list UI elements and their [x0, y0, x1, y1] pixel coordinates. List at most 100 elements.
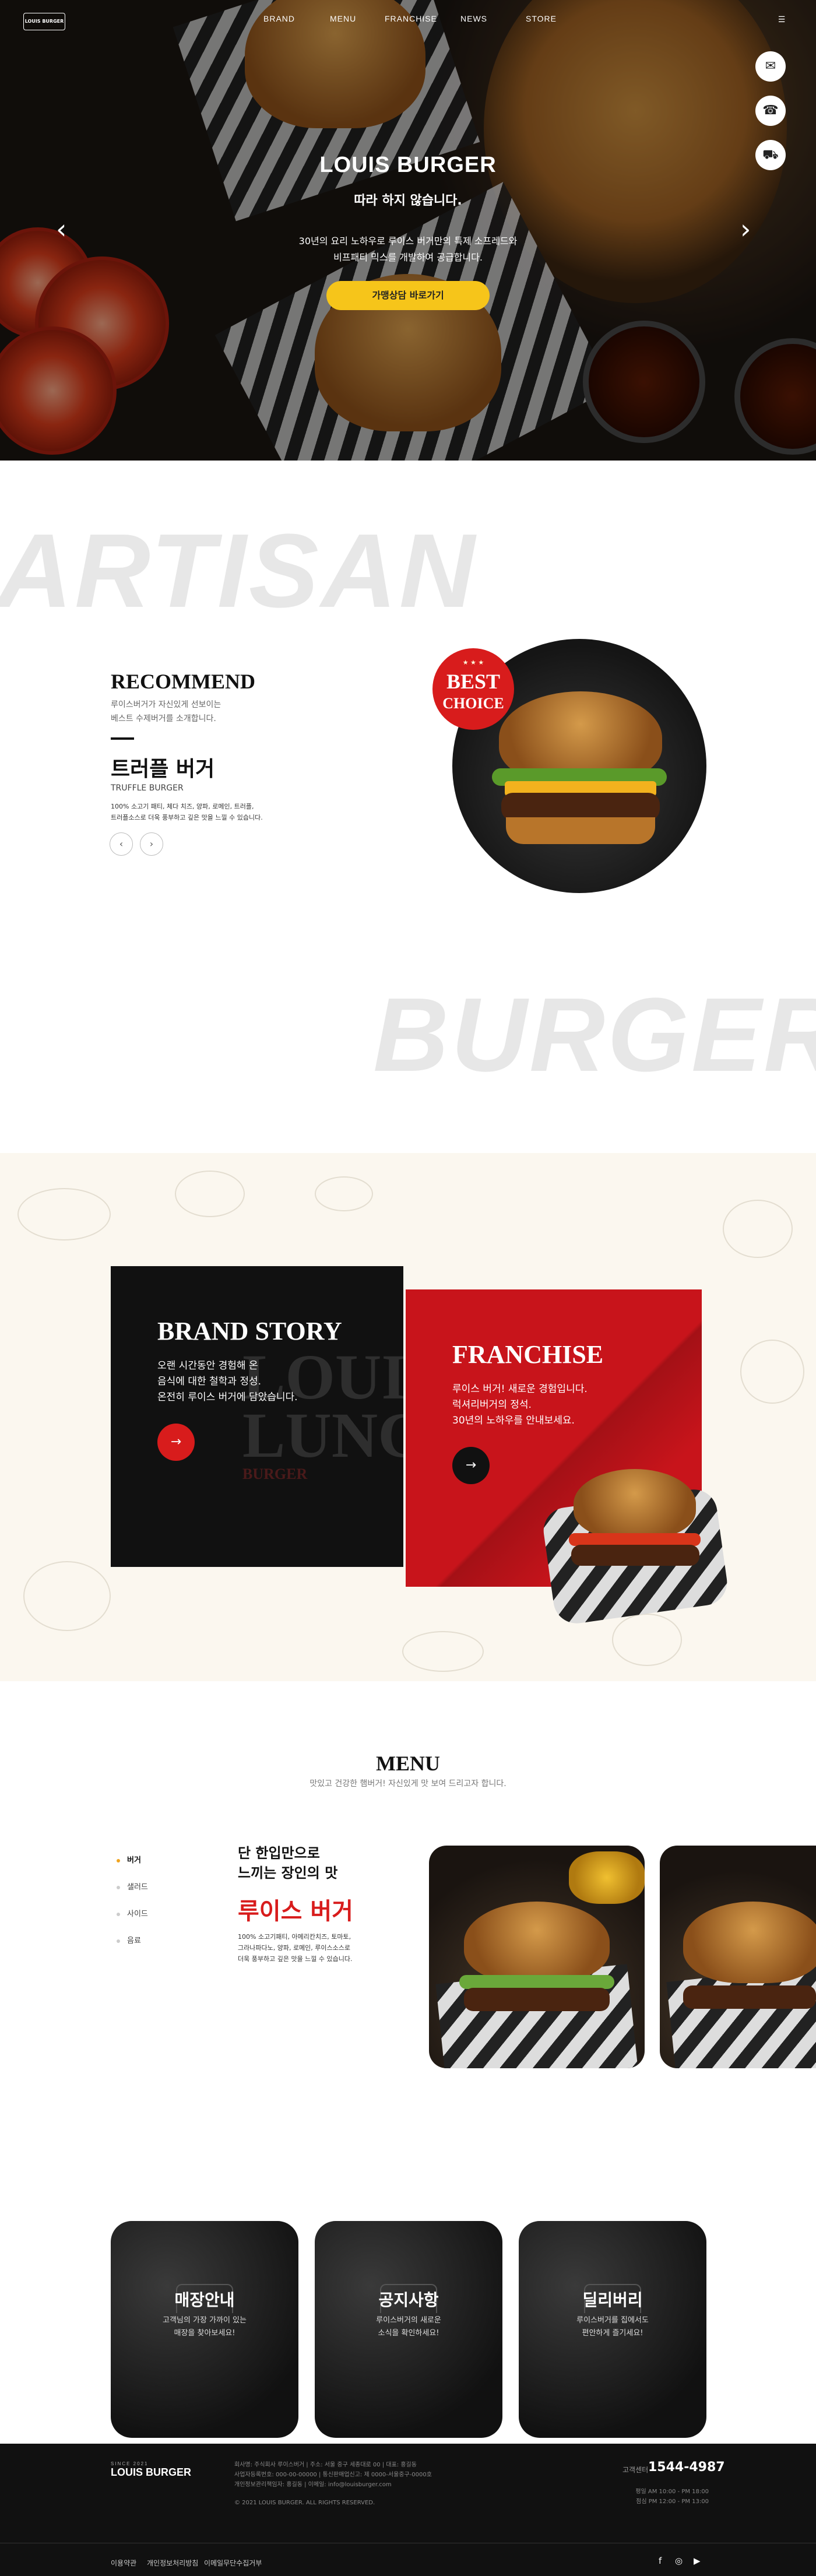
- footer-link-email[interactable]: 이메일무단수집거부: [204, 2558, 262, 2568]
- burger-tomato: [569, 1533, 701, 1546]
- card-line: 소식을 확인하세요!: [378, 2329, 439, 2338]
- menu-lead-line: 느끼는 장인의 맛: [238, 1865, 338, 1881]
- delivery-card[interactable]: 딜리버리 루이스버거를 집에서도 편안하게 즐기세요!: [519, 2221, 706, 2438]
- ingredients-line: 트러플소스로 더욱 풍부하고 깊은 맛을 느낄 수 있습니다.: [111, 814, 263, 821]
- footer-tel-label: 고객센터: [622, 2466, 649, 2474]
- footer-hours-line: 점심 PM 12:00 - PM 13:00: [636, 2498, 709, 2505]
- footer-link-privacy[interactable]: 개인정보처리방침: [147, 2558, 198, 2568]
- category-dot: [117, 1912, 120, 1916]
- sketch-decoration: [315, 1176, 373, 1211]
- recommend-desc-line: 베스트 수제버거를 소개합니다.: [111, 714, 216, 723]
- main-nav: BRAND MENU FRANCHISE NEWS STORE: [0, 14, 816, 28]
- menu-desc-line: 더욱 풍부하고 깊은 맛을 느낄 수 있습니다.: [238, 1955, 353, 1963]
- category-label: 샐러드: [127, 1883, 148, 1892]
- brand-story-line: 오랜 시간동안 경험해 온: [157, 1360, 258, 1372]
- brand-story-line: 음식에 대한 철학과 정성.: [157, 1376, 262, 1387]
- nav-franchise[interactable]: FRANCHISE: [385, 14, 437, 23]
- card-description: 루이스버거의 새로운 소식을 확인하세요!: [315, 2314, 502, 2340]
- hero-subtitle: 따라 하지 않습니다.: [354, 194, 462, 208]
- footer-company-info: 회사명: 주식회사 루이스버거 | 주소: 서울 중구 세종대로 00 | 대표…: [234, 2460, 432, 2508]
- menu-lead-line: 단 한입만으로: [238, 1845, 320, 1861]
- card-line: 루이스버거의 새로운: [376, 2316, 441, 2325]
- menu-desc-line: 100% 소고기패티, 아메리칸치즈, 토마토,: [238, 1933, 351, 1941]
- nav-news[interactable]: NEWS: [460, 14, 487, 23]
- sketch-decoration: [740, 1340, 804, 1404]
- footer-copyright: © 2021 LOUIS BURGER. ALL RIGHTS RESERVED…: [234, 2500, 375, 2506]
- brand-story-description: 오랜 시간동안 경험해 온 음식에 대한 철학과 정성. 온전히 루이스 버거에…: [157, 1358, 298, 1405]
- recommend-next-button[interactable]: ›: [140, 832, 163, 856]
- burger-patty: [571, 1545, 699, 1566]
- slide-fries: [569, 1851, 645, 1904]
- footer-info-line: 개인정보관리책임자: 홍길동 | 이메일: info@louisburger.c…: [234, 2482, 392, 2488]
- category-burger[interactable]: 버거: [117, 1854, 141, 1865]
- brand-story-card[interactable]: LOUIS LUNCH BURGER BRAND STORY 오랜 시간동안 경…: [111, 1266, 403, 1567]
- card-line: 매장을 찾아보세요!: [174, 2329, 235, 2338]
- youtube-icon[interactable]: ▶: [694, 2556, 701, 2566]
- recommend-title: RECOMMEND: [111, 670, 255, 693]
- instagram-icon[interactable]: ◎: [675, 2556, 683, 2566]
- franchise-consult-button[interactable]: 가맹상담 바로가기: [326, 281, 490, 310]
- recommend-menu-name-en: TRUFFLE BURGER: [111, 783, 184, 793]
- franchise-title: FRANCHISE: [452, 1340, 604, 1369]
- artisan-bg-text: ARTISAN: [0, 512, 477, 630]
- footer: SINCE 2021 LOUIS BURGER 회사명: 주식회사 루이스버거 …: [0, 2444, 816, 2576]
- menu-item-description: 100% 소고기패티, 아메리칸치즈, 토마토, 그라나파다노, 양파, 로메인…: [238, 1931, 353, 1964]
- badge-line2: CHOICE: [442, 695, 504, 712]
- slide-lettuce: [459, 1975, 614, 1989]
- category-drink[interactable]: 음료: [117, 1934, 141, 1945]
- footer-hours-line: 평일 AM 10:00 - PM 18:00: [635, 2489, 709, 2495]
- sketch-decoration: [402, 1631, 484, 1672]
- footer-logo-small: SINCE 2021: [111, 2461, 149, 2466]
- chevron-right-icon[interactable]: ›: [740, 213, 751, 245]
- menu-slide-image-next[interactable]: [660, 1846, 816, 2068]
- recommend-description: 루이스버거가 자신있게 선보이는 베스트 수제버거를 소개합니다.: [111, 698, 221, 726]
- slide-patty: [683, 1985, 816, 2009]
- menu-slide-image[interactable]: [429, 1846, 645, 2068]
- best-choice-badge: ★ ★ ★ BEST CHOICE: [432, 648, 514, 730]
- card-description: 고객님의 가장 가까이 있는 매장을 찾아보세요!: [111, 2314, 298, 2340]
- brand-story-line: 온전히 루이스 버거에 담았습니다.: [157, 1391, 298, 1403]
- franchise-line: 럭셔리버거의 정석.: [452, 1399, 532, 1411]
- sketch-decoration: [175, 1171, 245, 1217]
- brand-story-title: BRAND STORY: [157, 1317, 342, 1345]
- facebook-icon[interactable]: f: [659, 2556, 662, 2566]
- nav-brand[interactable]: BRAND: [263, 14, 295, 23]
- burger-bottom-bun: [506, 817, 655, 844]
- recommend-ingredients: 100% 소고기 패티, 체다 치즈, 양파, 로메인, 트러플, 트러플소스로…: [111, 801, 263, 823]
- burger-bg-text: BURGER: [373, 976, 816, 1094]
- burger-bun: [574, 1469, 696, 1539]
- franchise-arrow-button[interactable]: →: [452, 1447, 490, 1484]
- hero-desc-line: 비프패티 믹스를 개발하여 공급합니다.: [333, 252, 483, 263]
- ingredients-line: 100% 소고기 패티, 체다 치즈, 양파, 로메인, 트러플,: [111, 803, 254, 810]
- hero-description: 30년의 요리 노하우로 루이스 버거만의 특제 소프레드와 비프패티 믹스를 …: [0, 233, 816, 266]
- category-side[interactable]: 사이드: [117, 1907, 148, 1918]
- footer-info-line: 회사명: 주식회사 루이스버거 | 주소: 서울 중구 세종대로 00 | 대표…: [234, 2462, 417, 2468]
- notice-card[interactable]: 공지사항 루이스버거의 새로운 소식을 확인하세요!: [315, 2221, 502, 2438]
- sketch-decoration: [612, 1614, 682, 1666]
- nav-store[interactable]: STORE: [526, 14, 557, 23]
- divider: [111, 737, 134, 740]
- hero-desc-line: 30년의 요리 노하우로 루이스 버거만의 특제 소프레드와: [298, 236, 518, 247]
- card-title: 딜리버리: [582, 2290, 643, 2310]
- recommend-prev-button[interactable]: ‹: [110, 832, 133, 856]
- sketch-decoration: [23, 1561, 111, 1631]
- footer-tel[interactable]: 1544-4987: [648, 2460, 725, 2475]
- category-label: 사이드: [127, 1910, 148, 1918]
- franchise-burger-image: [540, 1457, 730, 1626]
- footer-link-terms[interactable]: 이용약관: [111, 2558, 136, 2568]
- card-description: 루이스버거를 집에서도 편안하게 즐기세요!: [519, 2314, 706, 2340]
- footer-logo[interactable]: SINCE 2021 LOUIS BURGER: [111, 2461, 191, 2479]
- brand-story-arrow-button[interactable]: →: [157, 1424, 195, 1461]
- hamburger-menu-icon[interactable]: ☰: [776, 15, 787, 26]
- headset-button[interactable]: ☎: [755, 96, 786, 126]
- category-salad[interactable]: 샐러드: [117, 1881, 148, 1892]
- store-info-card[interactable]: 매장안내 고객님의 가장 가까이 있는 매장을 찾아보세요!: [111, 2221, 298, 2438]
- chevron-left-icon[interactable]: ‹: [56, 213, 66, 245]
- badge-stars: ★ ★ ★: [462, 659, 484, 666]
- badge-line1: BEST: [446, 670, 501, 693]
- chat-button[interactable]: ✉: [755, 51, 786, 82]
- recommend-menu-name: 트러플 버거: [111, 757, 215, 781]
- nav-menu[interactable]: MENU: [330, 14, 356, 23]
- category-dot: [117, 1885, 120, 1889]
- sketch-decoration: [723, 1200, 793, 1258]
